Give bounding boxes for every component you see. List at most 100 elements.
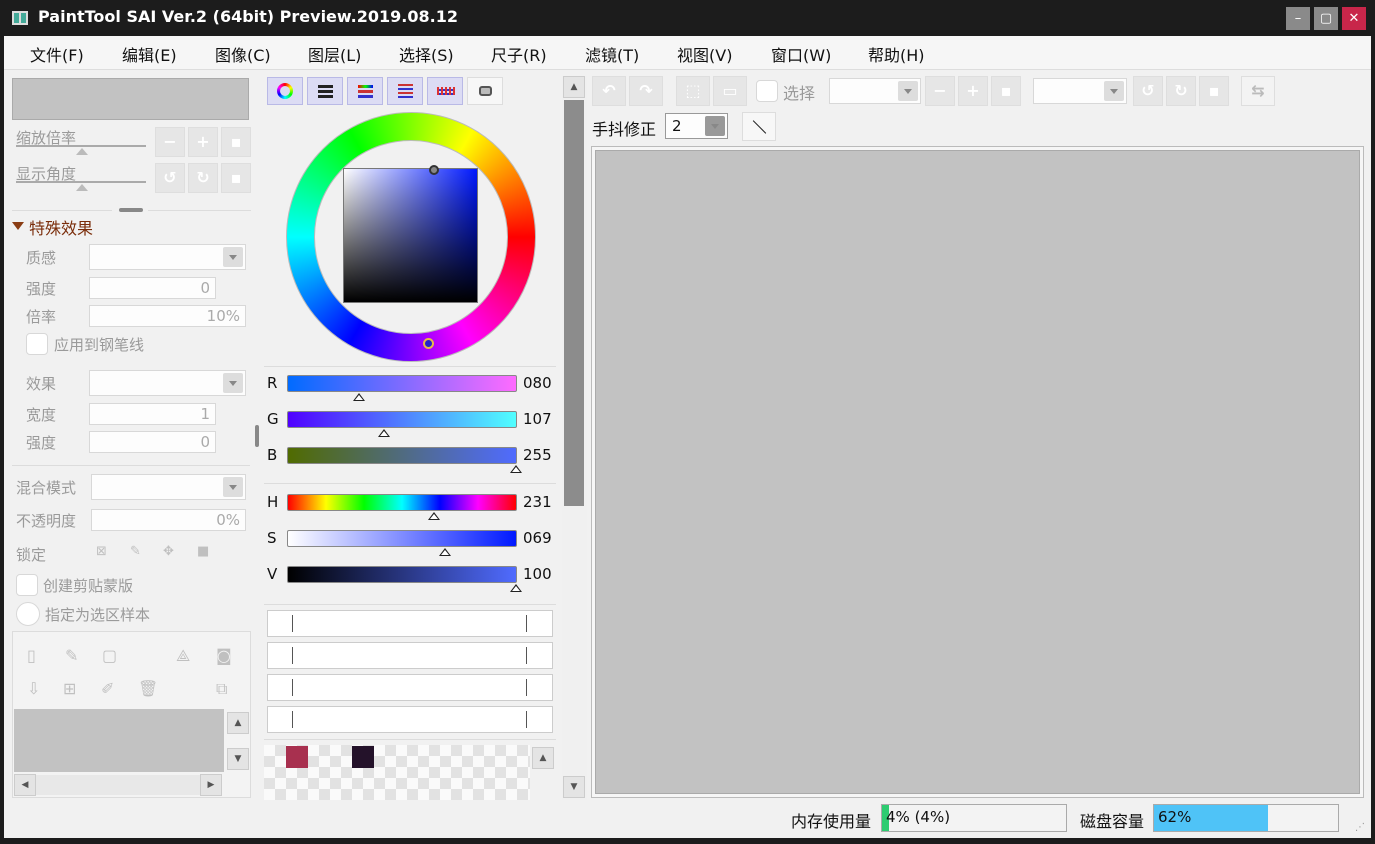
rgb-sliders-tab[interactable] — [307, 77, 343, 105]
new-layer-icon[interactable]: ▯ — [27, 646, 36, 665]
minimize-button[interactable]: – — [1286, 7, 1310, 30]
toolbar-zoom-in[interactable]: + — [958, 76, 988, 106]
sv-picker-handle[interactable] — [429, 165, 439, 175]
zoom-in-button[interactable]: + — [188, 127, 218, 157]
panel-scroll-down[interactable]: ▼ — [563, 776, 585, 798]
copy-layer-icon[interactable]: ⧉ — [216, 679, 227, 699]
strength-field[interactable]: 0 — [89, 277, 216, 299]
menu-edit[interactable]: 编辑(E) — [122, 42, 177, 66]
custom-slider-2[interactable] — [267, 642, 553, 669]
lock-all-icon[interactable]: ■ — [197, 544, 209, 559]
lock-paint-icon[interactable]: ✎ — [130, 544, 141, 559]
custom-slider-4[interactable] — [267, 706, 553, 733]
scratchpad-tab[interactable] — [467, 77, 503, 105]
layer-effect-icon[interactable]: ⟁ — [176, 646, 190, 666]
saturation-value-square[interactable] — [343, 168, 478, 303]
layer-scroll-down[interactable]: ▼ — [227, 748, 249, 770]
canvas-area[interactable] — [591, 146, 1364, 798]
zoom-slider[interactable] — [16, 145, 146, 147]
zoom-reset-button[interactable]: ▪ — [221, 127, 251, 157]
s-slider-thumb[interactable] — [439, 548, 451, 556]
lock-transparency-icon[interactable]: ⊠ — [96, 544, 107, 559]
h-slider[interactable] — [287, 494, 517, 511]
g-slider-thumb[interactable] — [378, 429, 390, 437]
collapse-triangle-icon[interactable] — [12, 222, 24, 230]
h-value[interactable]: 231 — [523, 493, 552, 511]
opacity-field[interactable]: 0% — [91, 509, 246, 531]
panel-scroll-up[interactable]: ▲ — [563, 76, 585, 98]
b-value[interactable]: 255 — [523, 446, 552, 464]
g-slider[interactable] — [287, 411, 517, 428]
menu-select[interactable]: 选择(S) — [399, 42, 454, 66]
swatch-2[interactable] — [352, 746, 374, 768]
new-linework-layer-icon[interactable]: ✎ — [65, 646, 78, 665]
section-title-effects[interactable]: 特殊效果 — [29, 215, 93, 239]
angle-slider-thumb[interactable] — [76, 184, 88, 191]
panel-scroll-thumb[interactable] — [564, 100, 584, 506]
apply-pen-checkbox[interactable] — [26, 333, 48, 355]
layer-hscrollbar[interactable] — [36, 775, 200, 795]
effect-dropdown[interactable] — [89, 370, 246, 396]
rotate-reset-button[interactable]: ▪ — [221, 163, 251, 193]
layer-mask-icon[interactable]: ◙ — [216, 646, 232, 665]
undo-button[interactable]: ↶ — [592, 76, 626, 106]
maximize-button[interactable]: ▢ — [1314, 7, 1338, 30]
menu-view[interactable]: 视图(V) — [677, 42, 732, 66]
navigator-preview[interactable] — [12, 78, 249, 120]
menu-layer[interactable]: 图层(L) — [308, 42, 361, 66]
swatch-grid-tab[interactable] — [427, 77, 463, 105]
r-slider-thumb[interactable] — [353, 393, 365, 401]
lock-move-icon[interactable]: ✥ — [163, 544, 174, 559]
zoom-out-button[interactable]: − — [155, 127, 185, 157]
swatch-list-tab[interactable] — [387, 77, 423, 105]
b-slider[interactable] — [287, 447, 517, 464]
rotate-left-button[interactable]: ↺ — [155, 163, 185, 193]
menu-filter[interactable]: 滤镜(T) — [585, 42, 639, 66]
select-checkbox[interactable] — [756, 80, 778, 102]
swatch-scroll-up[interactable]: ▲ — [532, 747, 554, 769]
stabilizer-dropdown[interactable]: 2 — [665, 113, 728, 139]
custom-slider-1[interactable] — [267, 610, 553, 637]
layer-scroll-up[interactable]: ▲ — [227, 712, 249, 734]
canvas[interactable] — [595, 150, 1360, 794]
delete-layer-icon[interactable]: 🗑 — [138, 679, 158, 698]
menu-help[interactable]: 帮助(H) — [868, 42, 925, 66]
s-slider[interactable] — [287, 530, 517, 547]
hue-picker-handle[interactable] — [423, 338, 434, 349]
redo-button[interactable]: ↷ — [629, 76, 663, 106]
resize-grip-icon[interactable]: ⋰ — [1355, 822, 1365, 833]
layer-scroll-right[interactable]: ▶ — [200, 774, 222, 796]
menu-image[interactable]: 图像(C) — [215, 42, 271, 66]
scale-field[interactable]: 10% — [89, 305, 246, 327]
toolbar-rotate-right[interactable]: ↻ — [1166, 76, 1196, 106]
toolbar-zoom-out[interactable]: − — [925, 76, 955, 106]
toolbar-rotate-reset[interactable]: ▪ — [1199, 76, 1229, 106]
color-panel-scrollbar[interactable]: ▲ ▼ — [562, 76, 587, 800]
add-layer-icon[interactable]: ⊞ — [63, 679, 76, 698]
r-slider[interactable] — [287, 375, 517, 392]
line-straight-button[interactable] — [742, 112, 776, 141]
angle-slider[interactable] — [16, 181, 146, 183]
toolbar-zoom-reset[interactable]: ▪ — [991, 76, 1021, 106]
strength2-field[interactable]: 0 — [89, 431, 216, 453]
r-value[interactable]: 080 — [523, 374, 552, 392]
swatch-1[interactable] — [286, 746, 308, 768]
g-value[interactable]: 107 — [523, 410, 552, 428]
clear-layer-icon[interactable]: ✐ — [101, 679, 114, 698]
toolbar-rotate-left[interactable]: ↺ — [1133, 76, 1163, 106]
layer-scroll-left[interactable]: ◀ — [14, 774, 36, 796]
rotate-right-button[interactable]: ↻ — [188, 163, 218, 193]
texture-dropdown[interactable] — [89, 244, 246, 270]
layer-list[interactable] — [14, 709, 224, 772]
menu-file[interactable]: 文件(F) — [30, 42, 84, 66]
custom-slider-3[interactable] — [267, 674, 553, 701]
color-wheel-tab[interactable] — [267, 77, 303, 105]
v-slider-thumb[interactable] — [510, 584, 522, 592]
h-slider-thumb[interactable] — [428, 512, 440, 520]
invert-selection-button[interactable]: ▭ — [713, 76, 747, 106]
new-folder-icon[interactable]: ▢ — [102, 646, 117, 665]
hsv-sliders-tab[interactable] — [347, 77, 383, 105]
width-field[interactable]: 1 — [89, 403, 216, 425]
rotation-dropdown[interactable] — [1033, 78, 1127, 104]
zoom-slider-thumb[interactable] — [76, 148, 88, 155]
